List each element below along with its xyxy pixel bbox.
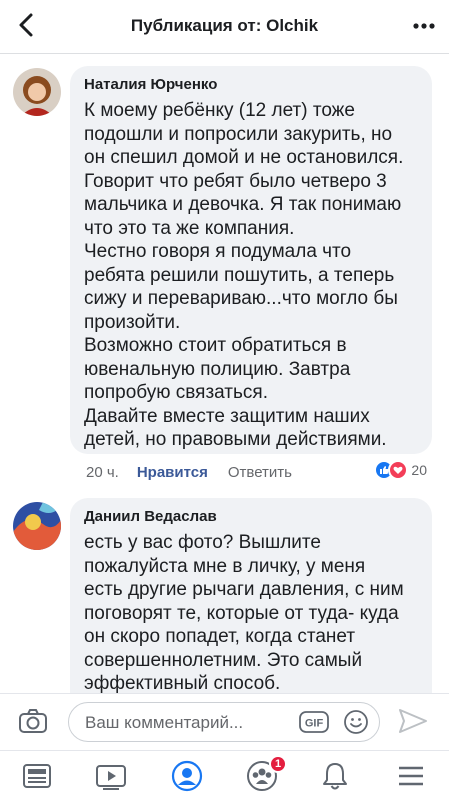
emoji-icon[interactable] [343,709,369,740]
watch-video-icon[interactable] [94,759,128,793]
profile-icon[interactable] [170,759,204,793]
reaction-count: 20 [411,462,427,478]
love-reaction-icon [388,460,409,480]
comment-input[interactable]: Ваш комментарий... GIF [68,702,380,742]
reactions-summary[interactable]: 20 [374,457,427,483]
comment-author[interactable]: Наталия Юрченко [84,76,418,93]
comment-text: есть у вас фото? Вышлите пожалуйста мне … [84,532,404,694]
like-link[interactable]: Нравится [137,464,208,481]
comment-author[interactable]: Даниил Ведаслав [84,508,418,525]
comment-actions: 20 ч. Нравится Ответить [86,461,292,483]
reply-link[interactable]: Ответить [228,464,292,481]
top-bar: Публикация от: Olchik [0,0,449,54]
avatar[interactable] [13,68,61,116]
comment-input-placeholder: Ваш комментарий... [85,713,244,732]
comment-bubble: Наталия Юрченко К моему ребёнку (12 лет)… [70,66,432,454]
send-icon[interactable] [398,708,428,739]
camera-icon[interactable] [18,708,48,739]
notifications-bell-icon[interactable] [318,759,352,793]
groups-icon[interactable]: 1 [245,755,287,793]
gif-label: GIF [305,718,324,730]
bottom-tab-bar: 1 [0,750,449,800]
gif-icon[interactable]: GIF [299,711,329,733]
notification-badge: 1 [269,755,287,773]
news-feed-icon[interactable] [20,759,54,793]
avatar[interactable] [13,502,61,550]
comment-timestamp: 20 ч. [86,463,119,481]
comment-text: К моему ребёнку (12 лет) тоже подошли и … [84,100,404,450]
page-title: Публикация от: Olchik [130,16,319,35]
more-dots-icon[interactable] [413,16,435,36]
menu-icon[interactable] [394,759,428,793]
comment-composer: Ваш комментарий... GIF [0,693,449,749]
